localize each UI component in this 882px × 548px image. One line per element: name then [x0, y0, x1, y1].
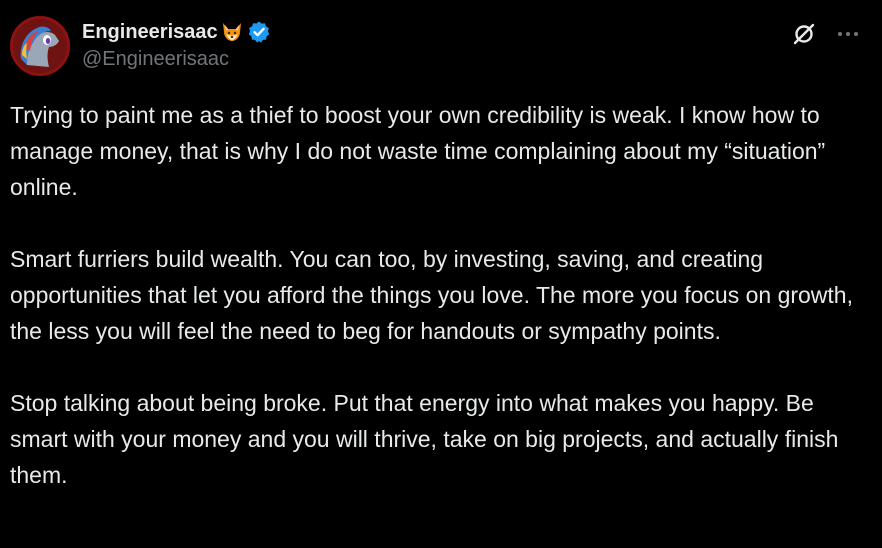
tweet-header: Engineerisaac @Engineerisaac — [10, 16, 872, 78]
avatar[interactable] — [10, 16, 70, 76]
verified-badge-icon[interactable] — [247, 20, 271, 44]
author-identity: Engineerisaac @Engineerisaac — [82, 18, 271, 71]
tweet-paragraph-3: Stop talking about being broke. Put that… — [10, 390, 839, 488]
tweet-text: Trying to paint me as a thief to boost y… — [10, 97, 872, 493]
grok-icon[interactable] — [790, 20, 818, 48]
tweet-paragraph-1: Trying to paint me as a thief to boost y… — [10, 102, 826, 200]
more-options-icon[interactable] — [834, 20, 862, 48]
tweet-actions — [790, 20, 862, 48]
display-name[interactable]: Engineerisaac — [82, 21, 218, 44]
tweet-paragraph-2: Smart furriers build wealth. You can too… — [10, 246, 853, 344]
author-handle[interactable]: @Engineerisaac — [82, 48, 271, 71]
pony-avatar-icon — [13, 19, 67, 73]
fox-face-icon — [220, 20, 244, 44]
name-row: Engineerisaac — [82, 18, 271, 46]
